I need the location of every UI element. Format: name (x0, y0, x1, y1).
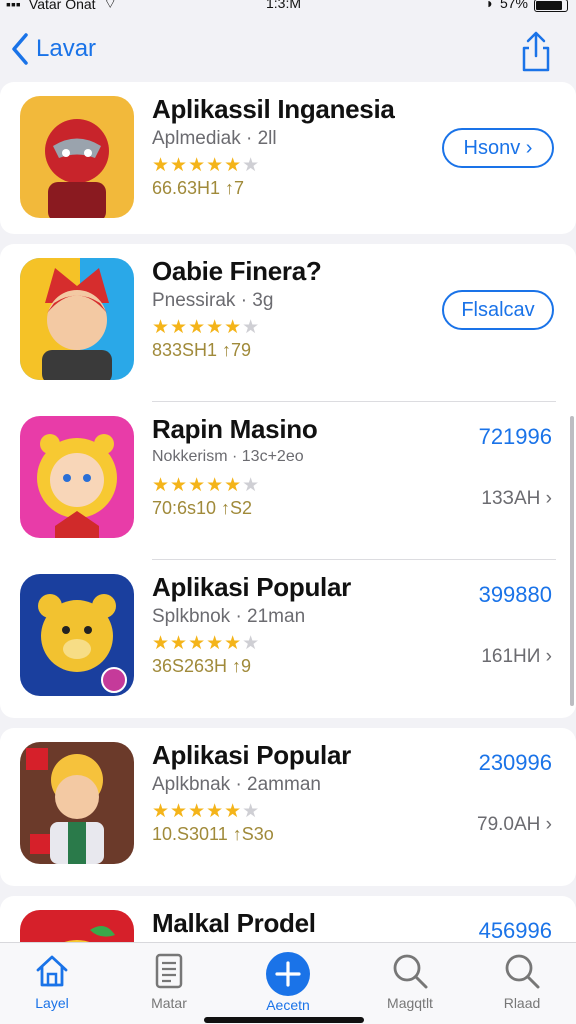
tab-label: Magqtlt (387, 995, 433, 1011)
size-label: 79.0АН › (477, 814, 552, 835)
carrier-label: Vatar Onat (28, 0, 96, 12)
tab-home[interactable]: Layel (12, 951, 92, 1011)
star-rating: ★★★★★★ (152, 155, 261, 176)
get-button[interactable]: Hsonv › (442, 128, 554, 168)
app-row[interactable]: Aplikasi Popular Splkbnok · 21man ★★★★★★… (0, 560, 576, 718)
battery-label: 57% (499, 0, 528, 11)
app-group: Oabie Finera? Pnessirak · 3g ★★★★★★ 833S… (0, 244, 576, 718)
app-subtitle: Aplmediak · 2ll (152, 128, 277, 149)
price-label[interactable]: 721996 (479, 424, 552, 450)
tab-label: Matar (151, 995, 187, 1011)
app-icon-boy[interactable] (20, 742, 134, 864)
size-label: 13ЗАН › (481, 488, 552, 509)
app-title: Rapin Masino (152, 414, 318, 444)
search-icon (393, 954, 428, 989)
app-icon-girl[interactable] (20, 416, 134, 538)
star-rating: ★★★★★★ (152, 317, 261, 338)
rating-count: 70:6s10 ↑S2 (152, 498, 253, 518)
document-icon (155, 953, 183, 989)
app-icon-hero[interactable] (20, 96, 134, 218)
app-title: Aplikassil Inganesia (152, 94, 395, 124)
tab-search-2[interactable]: Rlaad (482, 951, 562, 1011)
app-subtitle: Aplkbnak · 2amman (152, 774, 321, 795)
size-label: 161НИ › (481, 646, 552, 667)
search-icon (505, 954, 540, 989)
app-subtitle: Splkbnok · 21man (152, 606, 306, 627)
app-title: Aplikasi Popular (152, 740, 351, 770)
app-icon-bear[interactable] (20, 574, 134, 696)
star-rating: ★★★★★★ (152, 801, 261, 822)
app-subtitle: Nokkerism · 13c+2eo (152, 448, 304, 465)
tab-label: Rlaad (503, 995, 541, 1011)
plus-icon (266, 952, 310, 996)
get-button[interactable]: Flsalcav (442, 290, 554, 330)
signal-icon: ▪▪▪ (6, 0, 21, 12)
rating-count: 833SH1 ↑79 (152, 340, 252, 360)
battery-icon (534, 0, 568, 12)
star-rating: ★★★★★★ (152, 475, 261, 496)
status-bar: ▪▪▪ Vatar Onat ⌔ 1:3:M ◗ 57% (0, 0, 576, 22)
location-icon: ◗ (485, 0, 494, 11)
price-label[interactable]: 456996 (479, 918, 552, 944)
app-subtitle: Pnessirak · 3g (152, 290, 274, 311)
wifi-icon: ⌔ (103, 0, 117, 11)
clock: 1:3:M (266, 0, 302, 11)
app-list: Aplikassil Inganesia Aplmediak · 2ll ★★★… (0, 82, 576, 1024)
app-group: Aplikassil Inganesia Aplmediak · 2ll ★★★… (0, 82, 576, 234)
tab-search[interactable]: Magqtlt (370, 951, 450, 1011)
tab-documents[interactable]: Matar (129, 951, 209, 1011)
home-icon (36, 955, 68, 987)
app-row[interactable]: Aplikassil Inganesia Aplmediak · 2ll ★★★… (0, 82, 576, 234)
back-button[interactable]: Lavar (10, 32, 96, 66)
tab-label: Aecetn (266, 997, 310, 1013)
app-group: Aplikasi Popular Aplkbnak · 2amman ★★★★★… (0, 728, 576, 886)
app-title: Aplikasi Popular (152, 572, 351, 602)
rating-count: 10.S3011 ↑S3o (152, 824, 274, 844)
tab-label: Layel (35, 995, 69, 1011)
star-rating: ★★★★★★ (152, 633, 261, 654)
navigation-bar: Lavar (0, 28, 576, 80)
share-icon (522, 31, 550, 72)
back-label: Lavar (36, 35, 97, 62)
rating-count: 36S263H ↑9 (152, 656, 252, 676)
home-indicator (204, 1017, 364, 1023)
tab-add[interactable]: Aecetn (248, 951, 328, 1013)
app-row[interactable]: Oabie Finera? Pnessirak · 3g ★★★★★★ 833S… (0, 244, 576, 402)
chevron-left-icon (12, 33, 28, 65)
app-row[interactable]: Aplikasi Popular Aplkbnak · 2amman ★★★★★… (0, 728, 576, 886)
share-button[interactable] (518, 30, 554, 74)
price-label[interactable]: 399880 (479, 582, 552, 608)
scrollbar[interactable] (570, 416, 574, 706)
app-icon-cat-hero[interactable] (20, 258, 134, 380)
app-title: Malkal Prodel (152, 908, 316, 938)
app-title: Oabie Finera? (152, 256, 322, 286)
app-row[interactable]: Rapin Masino Nokkerism · 13c+2eo ★★★★★★ … (0, 402, 576, 560)
tab-bar: Layel Matar Aecetn Magqtlt Rlaad (0, 942, 576, 1024)
price-label[interactable]: 230996 (479, 750, 552, 776)
rating-count: 66.63H1 ↑7 (152, 178, 245, 198)
